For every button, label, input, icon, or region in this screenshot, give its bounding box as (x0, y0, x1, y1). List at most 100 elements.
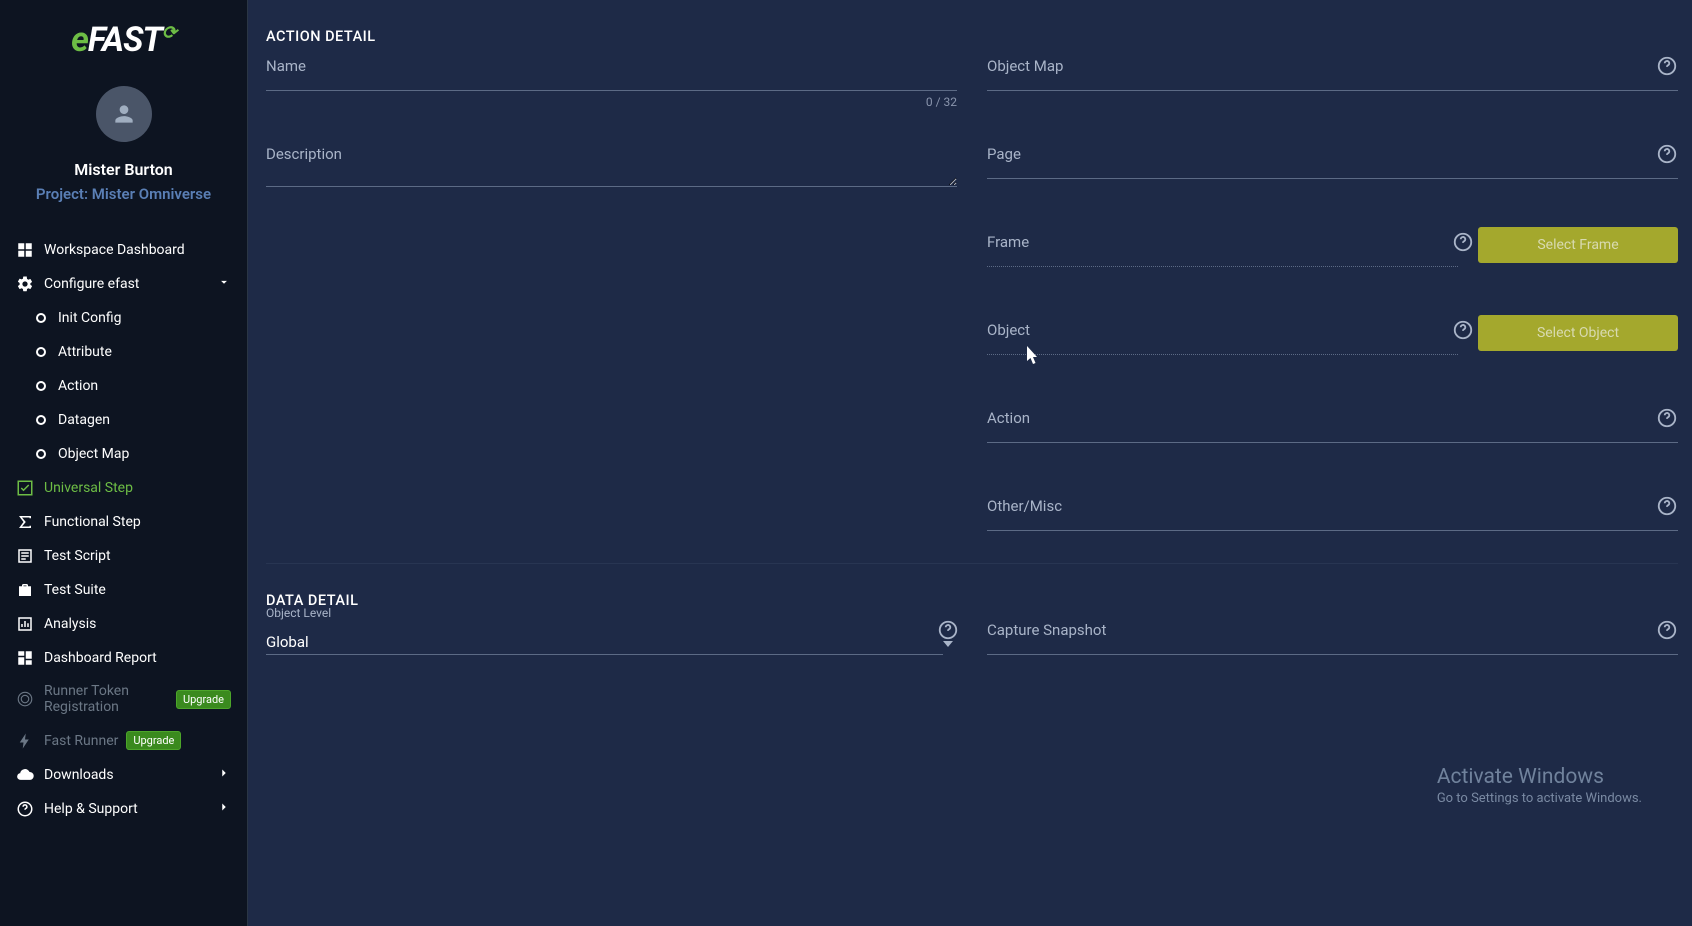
caret-down-icon (943, 641, 953, 647)
nav-label: Runner Token Registration (44, 683, 168, 715)
main-content: ACTION DETAIL Name 0 / 32 Description Ob… (248, 0, 1692, 926)
profile-block: Mister Burton Project: Mister Omniverse (0, 78, 247, 217)
avatar[interactable] (96, 86, 152, 142)
bolt-icon (16, 732, 34, 750)
field-other-misc: Other/Misc (987, 499, 1678, 531)
object-input[interactable] (987, 323, 1458, 355)
frame-input[interactable] (987, 235, 1458, 267)
chevron-right-icon (217, 766, 231, 784)
help-icon[interactable] (1656, 619, 1678, 641)
chart-icon (16, 615, 34, 633)
select-object-button[interactable]: Select Object (1478, 315, 1678, 351)
username: Mister Burton (0, 160, 247, 179)
nav-functional-step[interactable]: Functional Step (0, 505, 247, 539)
fingerprint-icon (16, 690, 34, 708)
nav-help-support[interactable]: Help & Support (0, 792, 247, 826)
nav-dashboard-report[interactable]: Dashboard Report (0, 641, 247, 675)
windows-watermark: Activate Windows Go to Settings to activ… (1437, 765, 1642, 806)
bullet-icon (36, 415, 46, 425)
nav-label: Fast Runner (44, 733, 118, 749)
field-name: Name 0 / 32 (266, 59, 957, 91)
divider (266, 563, 1678, 564)
field-object-map: Object Map (987, 59, 1678, 91)
upgrade-badge[interactable]: Upgrade (126, 731, 181, 750)
nav-workspace-dashboard[interactable]: Workspace Dashboard (0, 233, 247, 267)
nav-configure-efast[interactable]: Configure efast (0, 267, 247, 301)
nav-test-suite[interactable]: Test Suite (0, 573, 247, 607)
capture-snapshot-input[interactable] (987, 623, 1678, 655)
nav-label: Analysis (44, 616, 96, 632)
cloud-download-icon (16, 766, 34, 784)
nav-action[interactable]: Action (20, 369, 247, 403)
nav-label: Init Config (58, 310, 121, 326)
sigma-icon (16, 513, 34, 531)
bullet-icon (36, 313, 46, 323)
nav-fast-runner[interactable]: Fast Runner Upgrade (0, 723, 247, 758)
bullet-icon (36, 449, 46, 459)
nav-label: Test Script (44, 548, 111, 564)
chevron-right-icon (217, 800, 231, 818)
select-frame-button[interactable]: Select Frame (1478, 227, 1678, 263)
field-page: Page (987, 147, 1678, 179)
nav-label: Universal Step (44, 480, 133, 496)
nav-downloads[interactable]: Downloads (0, 758, 247, 792)
nav-label: Datagen (58, 412, 110, 428)
nav-label: Workspace Dashboard (44, 242, 185, 258)
gear-icon (16, 275, 34, 293)
other-misc-input[interactable] (987, 499, 1678, 531)
nav-label: Test Suite (44, 582, 106, 598)
help-icon[interactable] (1452, 319, 1474, 341)
nav-label: Object Map (58, 446, 129, 462)
project-name: Project: Mister Omniverse (0, 185, 247, 203)
description-input[interactable] (266, 147, 957, 187)
upgrade-badge[interactable]: Upgrade (176, 690, 231, 709)
help-icon[interactable] (937, 619, 959, 641)
name-counter: 0 / 32 (926, 95, 957, 109)
action-detail-title: ACTION DETAIL (266, 28, 1678, 45)
nav-test-script[interactable]: Test Script (0, 539, 247, 573)
help-icon[interactable] (1656, 143, 1678, 165)
user-icon (111, 101, 137, 127)
field-action: Action (987, 411, 1678, 443)
nav-label: Downloads (44, 767, 114, 783)
nav-label: Configure efast (44, 276, 139, 292)
nav-attribute[interactable]: Attribute (20, 335, 247, 369)
nav-runner-token[interactable]: Runner Token Registration Upgrade (0, 675, 247, 723)
nav-label: Action (58, 378, 98, 394)
field-object: Object Select Object (987, 323, 1678, 355)
nav: Workspace Dashboard Configure efast Init… (0, 217, 247, 926)
watermark-title: Activate Windows (1437, 765, 1642, 789)
nav-label: Functional Step (44, 514, 141, 530)
field-capture-snapshot: Capture Snapshot (987, 623, 1678, 655)
help-icon[interactable] (1452, 231, 1474, 253)
grid-icon (16, 241, 34, 259)
nav-label: Dashboard Report (44, 650, 157, 666)
field-object-level: Object Level Global (266, 623, 957, 655)
help-icon[interactable] (1656, 407, 1678, 429)
help-icon[interactable] (1656, 495, 1678, 517)
action-input[interactable] (987, 411, 1678, 443)
nav-label: Help & Support (44, 801, 138, 817)
name-input[interactable] (266, 59, 957, 91)
nav-universal-step[interactable]: Universal Step (0, 471, 247, 505)
nav-label: Attribute (58, 344, 112, 360)
nav-configure-sub: Init Config Attribute Action Datagen Obj… (0, 301, 247, 471)
help-icon[interactable] (1656, 55, 1678, 77)
object-level-value: Global (266, 623, 943, 655)
bullet-icon (36, 347, 46, 357)
field-frame: Frame Select Frame (987, 235, 1678, 267)
bullet-icon (36, 381, 46, 391)
nav-object-map[interactable]: Object Map (20, 437, 247, 471)
help-icon (16, 800, 34, 818)
chevron-down-icon (217, 275, 231, 293)
page-input[interactable] (987, 147, 1678, 179)
field-description: Description (266, 147, 957, 191)
nav-init-config[interactable]: Init Config (20, 301, 247, 335)
nav-analysis[interactable]: Analysis (0, 607, 247, 641)
object-level-select[interactable]: Global (266, 623, 957, 655)
logo: eFAST⟳ (0, 0, 247, 78)
script-icon (16, 547, 34, 565)
object-map-input[interactable] (987, 59, 1678, 91)
nav-datagen[interactable]: Datagen (20, 403, 247, 437)
sidebar: eFAST⟳ Mister Burton Project: Mister Omn… (0, 0, 248, 926)
